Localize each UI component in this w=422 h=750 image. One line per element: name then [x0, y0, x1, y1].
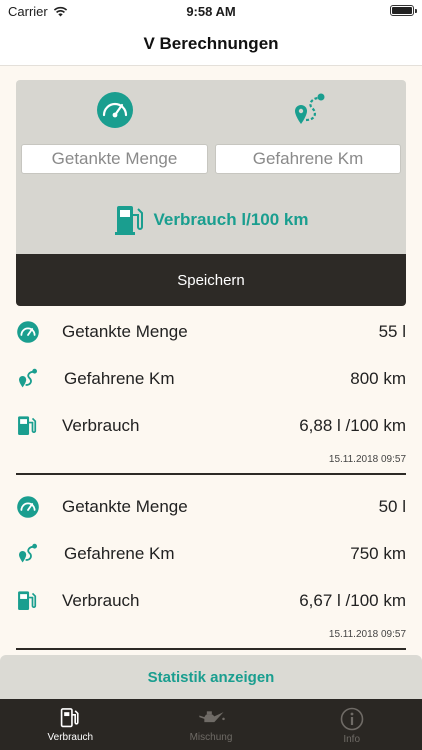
status-time: 9:58 AM — [186, 4, 236, 19]
record-distance-label: Gefahrene Km — [64, 544, 175, 563]
fuel-pump-icon — [61, 708, 79, 728]
record-fuel-value: 50 l — [378, 497, 406, 516]
record-fuel-row: Getankte Menge 55 l — [16, 316, 406, 348]
status-bar: Carrier 9:58 AM — [0, 0, 422, 22]
gauge-icon — [16, 493, 44, 521]
distance-input[interactable] — [215, 144, 401, 174]
consumption-result: Verbrauch l/100 km — [16, 200, 406, 240]
record-item: Getankte Menge 55 l Gefahrene Km 800 km … — [0, 306, 422, 481]
record-item: Getankte Menge 50 l Gefahrene Km 750 km … — [0, 481, 422, 656]
record-consumption-label: Verbrauch — [62, 591, 140, 610]
tab-info[interactable]: Info — [281, 699, 422, 750]
page-title: V Berechnungen — [143, 33, 279, 53]
record-distance-label: Gefahrene Km — [64, 369, 175, 388]
consumption-result-label: Verbrauch l/100 km — [153, 210, 309, 229]
route-pin-icon — [16, 540, 44, 568]
input-panel: Verbrauch l/100 km — [16, 80, 406, 254]
show-statistics-button[interactable]: Statistik anzeigen — [0, 655, 422, 699]
oil-can-icon — [199, 711, 225, 723]
record-fuel-row: Getankte Menge 50 l — [16, 491, 406, 523]
record-distance-row: Gefahrene Km 750 km — [16, 538, 406, 570]
route-pin-icon — [295, 93, 325, 124]
record-consumption-row: Verbrauch 6,67 l /100 km — [16, 585, 406, 617]
record-fuel-label: Getankte Menge — [62, 497, 188, 516]
fuel-amount-input[interactable] — [21, 144, 208, 174]
gauge-icon — [97, 92, 133, 128]
tab-label: Verbrauch — [47, 732, 94, 743]
record-distance-value: 800 km — [350, 369, 406, 388]
tab-mischung[interactable]: Mischung — [141, 699, 282, 750]
record-fuel-label: Getankte Menge — [62, 322, 188, 341]
record-distance-row: Gefahrene Km 800 km — [16, 363, 406, 395]
tab-bar: Verbrauch Mischung Info — [0, 699, 422, 750]
record-divider — [16, 473, 406, 475]
fuel-pump-icon — [16, 412, 44, 440]
record-consumption-label: Verbrauch — [62, 416, 140, 435]
fuel-pump-icon — [114, 206, 143, 235]
battery-icon — [390, 5, 417, 16]
fuel-pump-icon — [16, 587, 44, 615]
route-pin-icon — [16, 365, 44, 393]
tab-label: Mischung — [189, 732, 233, 743]
record-consumption-row: Verbrauch 6,88 l /100 km — [16, 410, 406, 442]
tab-label: Info — [343, 734, 361, 745]
tab-verbrauch[interactable]: Verbrauch — [0, 699, 141, 750]
info-icon — [340, 707, 363, 731]
record-distance-value: 750 km — [350, 544, 406, 563]
save-button[interactable]: Speichern — [16, 254, 406, 306]
navigation-bar: V Berechnungen — [0, 22, 422, 66]
record-timestamp: 15.11.2018 09:57 — [328, 629, 406, 640]
record-fuel-value: 55 l — [378, 322, 406, 341]
record-consumption-value: 6,88 l /100 km — [299, 416, 406, 435]
gauge-icon — [16, 318, 44, 346]
record-consumption-value: 6,67 l /100 km — [299, 591, 406, 610]
record-timestamp: 15.11.2018 09:57 — [328, 454, 406, 465]
record-divider — [16, 648, 406, 650]
records-list: Getankte Menge 55 l Gefahrene Km 800 km … — [0, 306, 422, 656]
